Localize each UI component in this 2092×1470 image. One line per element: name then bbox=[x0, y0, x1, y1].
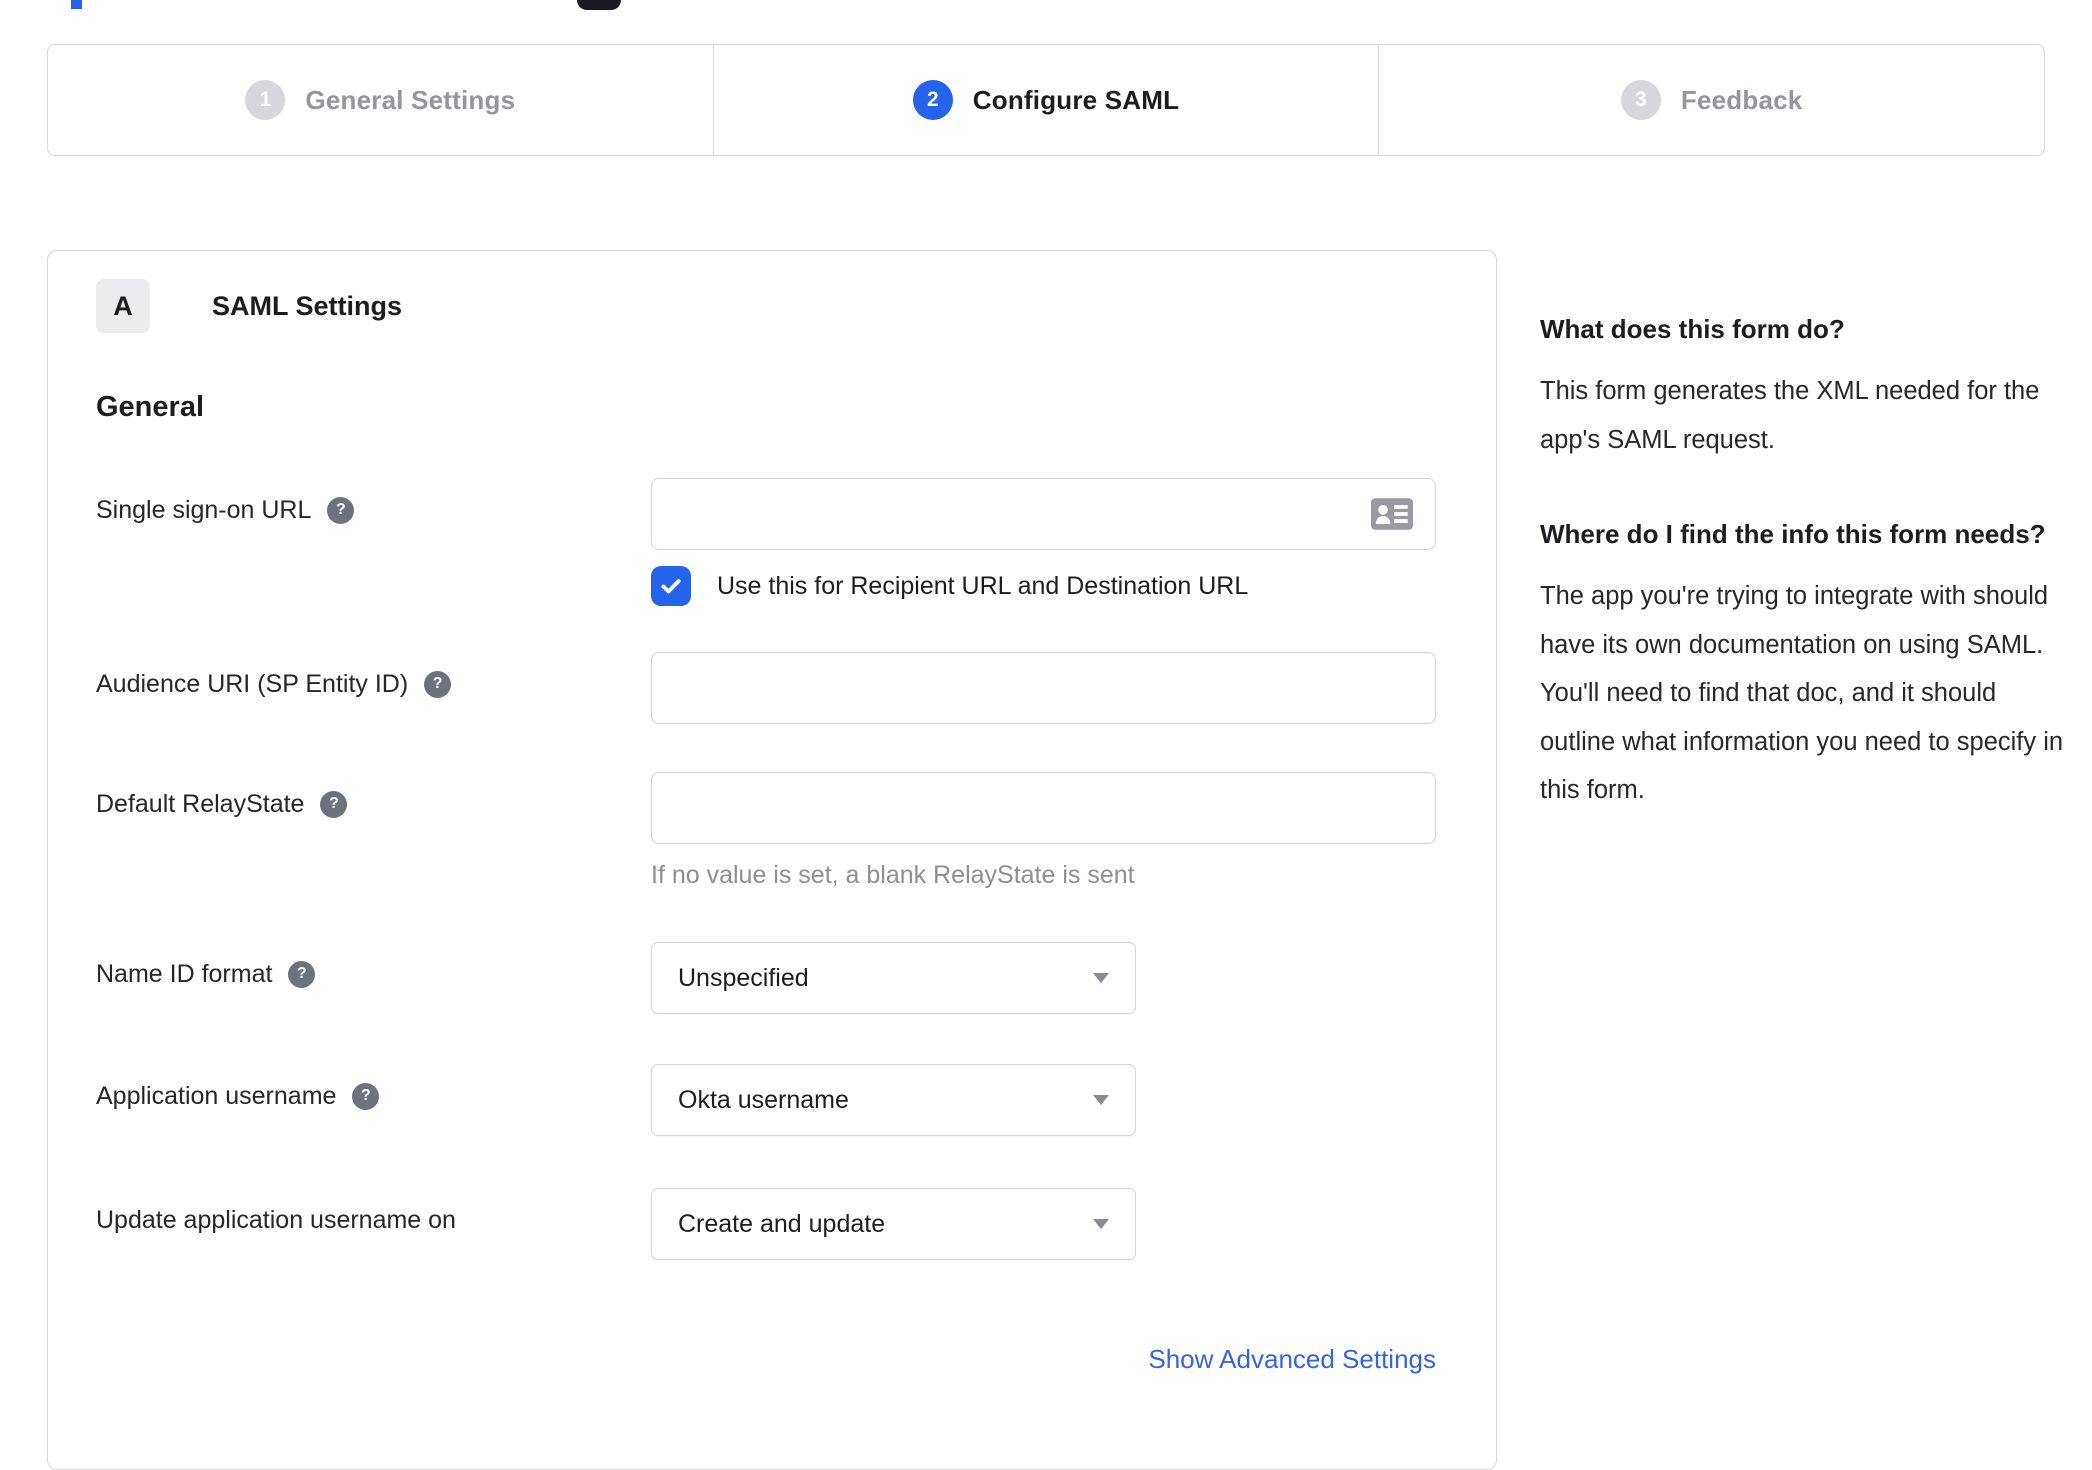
step-label: General Settings bbox=[305, 84, 516, 115]
single-sign-on-url-input[interactable] bbox=[652, 479, 1435, 549]
field-control: Unspecified bbox=[651, 942, 1436, 1014]
step-number-badge: 1 bbox=[245, 80, 286, 120]
step-general-settings[interactable]: 1 General Settings bbox=[48, 45, 713, 155]
step-label: Feedback bbox=[1680, 84, 1803, 115]
form-row-application-username: Application username ? Okta username bbox=[96, 1064, 1496, 1136]
single-sign-on-url-label: Single sign-on URL bbox=[96, 496, 312, 524]
chevron-down-icon bbox=[1093, 1095, 1109, 1105]
help-icon[interactable]: ? bbox=[424, 670, 452, 698]
app-logo-fragment bbox=[577, 0, 621, 10]
field-label: Single sign-on URL ? bbox=[96, 478, 651, 526]
field-label: Audience URI (SP Entity ID) ? bbox=[96, 652, 651, 700]
default-relaystate-input-wrap bbox=[651, 772, 1436, 844]
relaystate-hint: If no value is set, a blank RelayState i… bbox=[651, 861, 1135, 889]
chevron-down-icon bbox=[1093, 973, 1109, 983]
field-control: Okta username bbox=[651, 1064, 1436, 1136]
field-control: If no value is set, a blank RelayState i… bbox=[651, 772, 1436, 892]
application-username-select[interactable]: Okta username bbox=[651, 1064, 1136, 1136]
update-application-username-select[interactable]: Create and update bbox=[651, 1188, 1136, 1260]
form-row-single-sign-on-url: Single sign-on URL ? Use this for Recipi… bbox=[96, 478, 1496, 606]
saml-form: Single sign-on URL ? Use this for Recipi… bbox=[96, 478, 1496, 1375]
help-icon[interactable]: ? bbox=[288, 960, 316, 988]
step-number-badge: 3 bbox=[1620, 80, 1661, 120]
chevron-down-icon bbox=[1093, 1219, 1109, 1229]
default-relaystate-label: Default RelayState bbox=[96, 790, 305, 818]
form-row-audience-uri: Audience URI (SP Entity ID) ? bbox=[96, 652, 1496, 724]
help-sidebar: What does this form do? This form genera… bbox=[1540, 305, 2070, 861]
form-row-update-application-username: Update application username on Create an… bbox=[96, 1188, 1496, 1260]
help-body-what: This form generates the XML needed for t… bbox=[1540, 377, 2040, 454]
audience-uri-label: Audience URI (SP Entity ID) bbox=[96, 670, 409, 698]
audience-uri-input-wrap bbox=[651, 652, 1436, 724]
field-control: Use this for Recipient URL and Destinati… bbox=[651, 478, 1436, 606]
recipient-url-checkbox[interactable] bbox=[651, 566, 691, 606]
help-heading-what: What does this form do? bbox=[1540, 314, 1845, 344]
step-feedback[interactable]: 3 Feedback bbox=[1378, 45, 2044, 155]
panel-header: A SAML Settings bbox=[96, 279, 1496, 333]
field-label: Application username ? bbox=[96, 1064, 651, 1112]
name-id-format-label: Name ID format bbox=[96, 960, 273, 988]
audience-uri-input[interactable] bbox=[652, 653, 1435, 723]
select-value: Okta username bbox=[678, 1085, 849, 1114]
recipient-url-checkbox-label: Use this for Recipient URL and Destinati… bbox=[717, 571, 1249, 600]
field-label: Default RelayState ? bbox=[96, 772, 651, 820]
step-number-badge: 2 bbox=[912, 80, 953, 120]
help-icon[interactable]: ? bbox=[352, 1082, 380, 1110]
section-a-badge: A bbox=[96, 279, 150, 333]
single-sign-on-url-input-wrap bbox=[651, 478, 1436, 550]
name-id-format-select[interactable]: Unspecified bbox=[651, 942, 1136, 1014]
field-control: Create and update bbox=[651, 1188, 1436, 1260]
saml-settings-panel: A SAML Settings General Single sign-on U… bbox=[47, 250, 1497, 1470]
form-row-default-relaystate: Default RelayState ? If no value is set,… bbox=[96, 772, 1496, 892]
update-application-username-label: Update application username on bbox=[96, 1206, 456, 1234]
step-configure-saml[interactable]: 2 Configure SAML bbox=[712, 45, 1379, 155]
wizard-stepper: 1 General Settings 2 Configure SAML 3 Fe… bbox=[47, 44, 2045, 156]
general-section-heading: General bbox=[96, 391, 204, 423]
select-value: Unspecified bbox=[678, 963, 809, 992]
select-value: Create and update bbox=[678, 1209, 886, 1238]
help-heading-where: Where do I find the info this form needs… bbox=[1540, 519, 2046, 549]
advanced-settings-row: Show Advanced Settings bbox=[96, 1344, 1436, 1375]
show-advanced-settings-link[interactable]: Show Advanced Settings bbox=[1148, 1344, 1436, 1374]
help-icon[interactable]: ? bbox=[327, 496, 355, 524]
field-label: Update application username on bbox=[96, 1188, 651, 1236]
title-accent-fragment bbox=[71, 0, 82, 9]
form-row-name-id-format: Name ID format ? Unspecified bbox=[96, 942, 1496, 1014]
default-relaystate-input[interactable] bbox=[652, 773, 1435, 843]
field-control bbox=[651, 652, 1436, 724]
application-username-label: Application username bbox=[96, 1082, 337, 1110]
help-icon[interactable]: ? bbox=[320, 790, 348, 818]
checkmark-icon bbox=[661, 579, 681, 594]
contact-card-icon[interactable] bbox=[1371, 498, 1413, 530]
help-body-where: The app you're trying to integrate with … bbox=[1540, 582, 2064, 804]
step-label: Configure SAML bbox=[972, 84, 1180, 115]
panel-title: SAML Settings bbox=[212, 290, 403, 321]
recipient-url-checkbox-row: Use this for Recipient URL and Destinati… bbox=[651, 566, 1436, 606]
field-label: Name ID format ? bbox=[96, 942, 651, 990]
